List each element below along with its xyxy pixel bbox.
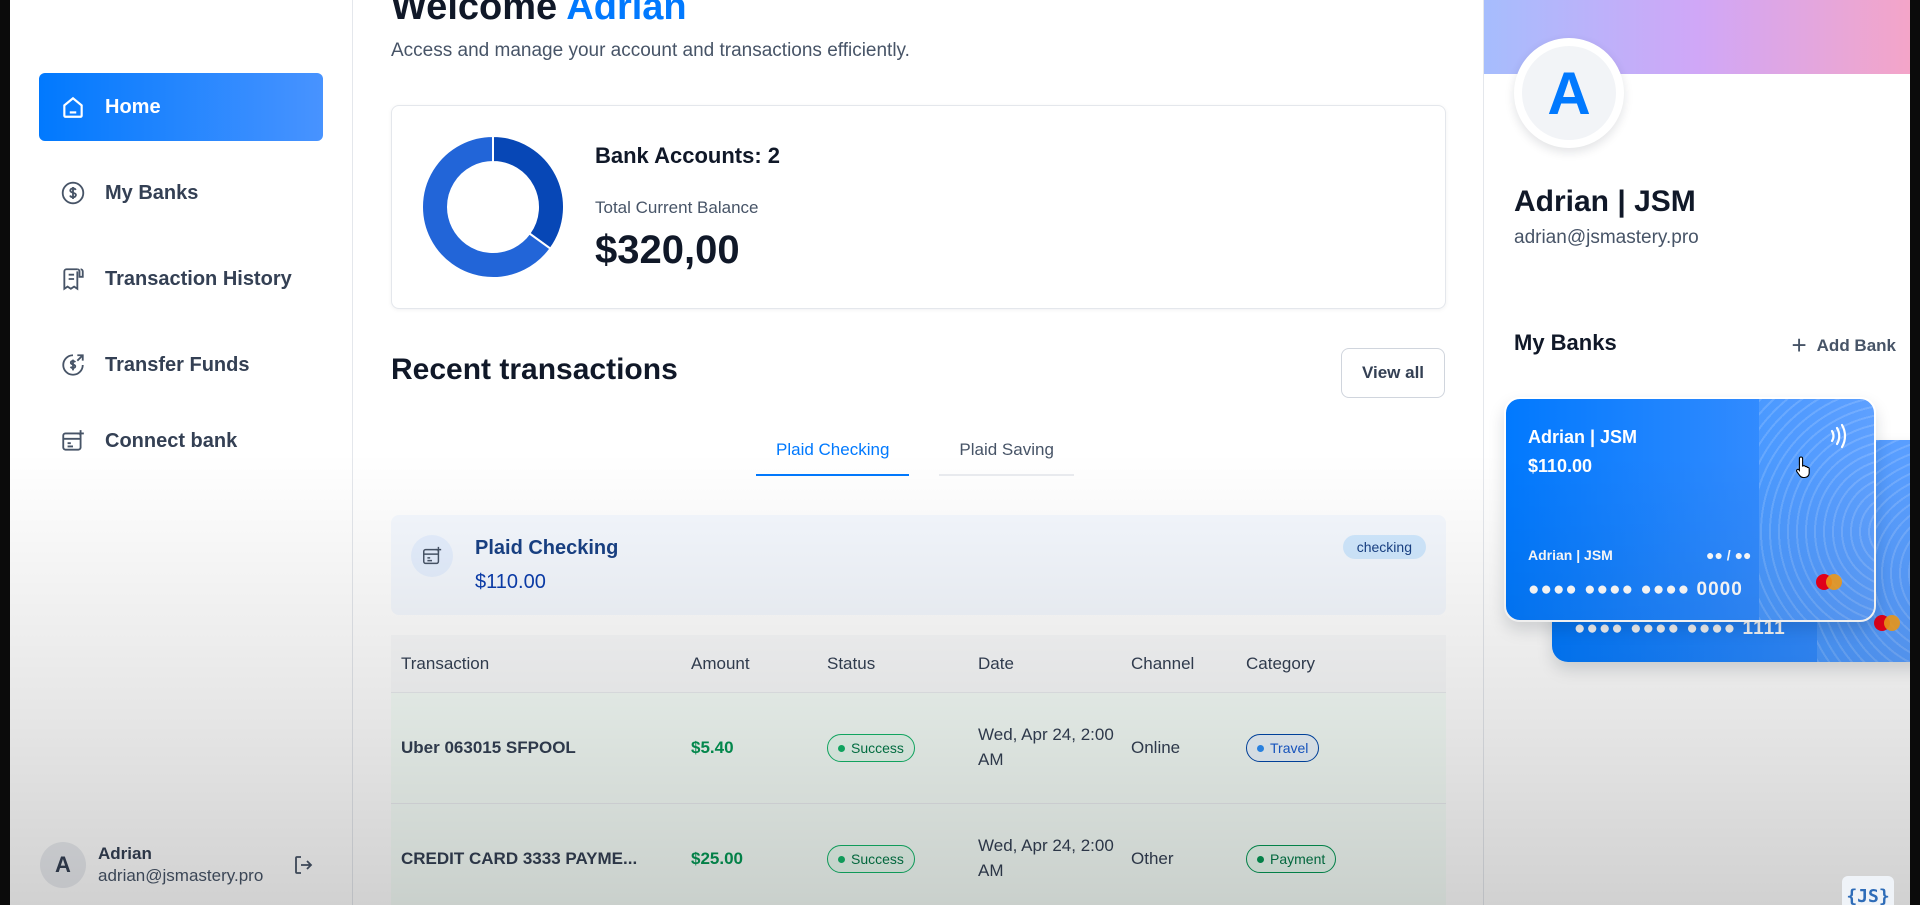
table-header: Transaction Amount Status Date Channel C… <box>391 635 1446 693</box>
category-cell: Payment <box>1246 845 1446 873</box>
welcome-name: Adrian <box>566 0 687 28</box>
category-dot <box>1257 855 1264 863</box>
screen-edge-left <box>0 0 10 905</box>
profile-email: adrian@jsmastery.pro <box>1514 227 1699 248</box>
sidebar-nav: Home My Banks Transaction History Transf… <box>39 73 323 493</box>
user-email: adrian@jsmastery.pro <box>98 866 264 885</box>
transaction-amount: $5.40 <box>691 738 734 757</box>
transaction-date: Wed, Apr 24, 2:00 AM <box>978 836 1114 880</box>
profile-avatar: A <box>1514 38 1624 148</box>
table-row[interactable]: CREDIT CARD 3333 PAYME... $25.00 Success… <box>391 804 1446 905</box>
bank-accounts-count: Bank Accounts: 2 <box>595 143 781 168</box>
bank-card-icon <box>411 535 453 577</box>
profile-name: Adrian | JSM <box>1514 185 1696 218</box>
sidebar-item-label: Transaction History <box>105 267 292 290</box>
column-header: Category <box>1246 653 1315 673</box>
category-text: Travel <box>1270 740 1309 756</box>
transaction-name: CREDIT CARD 3333 PAYME... <box>401 849 638 868</box>
add-bank-label: Add Bank <box>1816 335 1896 355</box>
total-balance-label: Total Current Balance <box>595 198 759 217</box>
sidebar-item-connect-bank[interactable]: Connect bank <box>39 407 323 475</box>
category-text: Payment <box>1270 851 1326 867</box>
transaction-name: Uber 063015 SFPOOL <box>401 738 576 757</box>
status-badge: Success <box>827 734 915 762</box>
user-info: Adrian adrian@jsmastery.pro <box>98 843 263 887</box>
watermark-logo: {JS} <box>1842 876 1894 905</box>
card-balance: $110.00 <box>1528 456 1593 476</box>
connect-bank-icon <box>59 427 87 455</box>
sidebar-item-transfer-funds[interactable]: Transfer Funds <box>39 331 323 399</box>
transaction-amount: $25.00 <box>691 849 743 868</box>
bank-info-card[interactable]: Plaid Checking $110.00 checking <box>391 515 1446 615</box>
card-bank-name: Adrian | JSM <box>1528 427 1638 447</box>
status-text: Success <box>851 851 904 867</box>
sidebar-item-label: Connect bank <box>105 429 238 452</box>
welcome-prefix: Welcome <box>391 0 558 28</box>
category-dot <box>1257 744 1264 752</box>
column-header: Status <box>827 653 876 673</box>
total-balance-box: Bank Accounts: 2 Total Current Balance $… <box>391 105 1446 309</box>
status-cell: Success <box>827 845 978 873</box>
sidebar: Home My Banks Transaction History Transf… <box>10 0 353 905</box>
sidebar-item-label: My Banks <box>105 181 199 204</box>
sidebar-item-my-banks[interactable]: My Banks <box>39 159 323 227</box>
account-type-badge: checking <box>1342 535 1426 559</box>
contactless-icon <box>1830 423 1847 449</box>
bank-tabs: Plaid Checking Plaid Saving <box>756 430 1104 476</box>
bank-name: Plaid Checking <box>475 537 619 559</box>
mouse-cursor-icon <box>1795 456 1810 479</box>
sidebar-item-transaction-history[interactable]: Transaction History <box>39 245 323 313</box>
mastercard-icon <box>1816 574 1842 590</box>
tab-plaid-checking[interactable]: Plaid Checking <box>756 430 910 476</box>
home-icon <box>59 93 87 121</box>
view-all-button[interactable]: View all <box>1341 348 1445 398</box>
page-subtitle: Access and manage your account and trans… <box>391 40 910 61</box>
column-header: Amount <box>691 653 750 673</box>
avatar: A <box>40 842 86 888</box>
table-row[interactable]: Uber 063015 SFPOOL $5.40 Success Wed, Ap… <box>391 693 1446 804</box>
total-balance-value: $320,00 <box>595 228 740 272</box>
category-cell: Travel <box>1246 734 1446 762</box>
sidebar-item-home[interactable]: Home <box>39 73 323 141</box>
transaction-channel: Other <box>1131 849 1174 868</box>
my-banks-title: My Banks <box>1514 330 1617 355</box>
category-badge: Payment <box>1246 845 1337 873</box>
card-number: ●●●● ●●●● ●●●● 0000 <box>1528 579 1743 600</box>
column-header: Date <box>978 653 1014 673</box>
card-expiry: ●● / ●● <box>1706 547 1752 563</box>
page-title: Welcome Adrian <box>391 0 687 29</box>
bank-card-primary[interactable]: Adrian | JSM $110.00 Adrian | JSM ●● / ●… <box>1504 397 1876 622</box>
receipt-icon <box>59 265 87 293</box>
status-badge: Success <box>827 845 915 873</box>
plus-icon: + <box>1791 330 1807 360</box>
card-holder: Adrian | JSM <box>1528 547 1613 563</box>
logout-icon[interactable] <box>291 852 317 878</box>
bank-amount: $110.00 <box>475 571 546 593</box>
right-sidebar: A Adrian | JSM adrian@jsmastery.pro My B… <box>1483 0 1920 905</box>
add-bank-button[interactable]: + Add Bank <box>1791 330 1896 361</box>
sidebar-item-label: Home <box>105 95 161 118</box>
transactions-table: Transaction Amount Status Date Channel C… <box>391 635 1446 905</box>
recent-transactions-title: Recent transactions <box>391 353 678 386</box>
sidebar-user: A Adrian adrian@jsmastery.pro <box>40 825 340 905</box>
main-content: Welcome Adrian Access and manage your ac… <box>354 0 1484 905</box>
status-dot <box>838 744 845 752</box>
transaction-channel: Online <box>1131 738 1181 757</box>
donut-slice <box>492 136 564 251</box>
balance-donut-chart <box>422 136 564 278</box>
status-text: Success <box>851 740 904 756</box>
mastercard-icon <box>1874 615 1900 631</box>
category-badge: Travel <box>1246 734 1320 762</box>
screen-edge-right <box>1910 0 1920 905</box>
status-dot <box>838 855 845 863</box>
status-cell: Success <box>827 734 978 762</box>
money-send-icon <box>59 351 87 379</box>
transaction-date: Wed, Apr 24, 2:00 AM <box>978 725 1114 769</box>
dollar-circle-icon <box>59 179 87 207</box>
tab-plaid-saving[interactable]: Plaid Saving <box>939 430 1074 476</box>
column-header: Channel <box>1131 653 1195 673</box>
user-name: Adrian <box>98 843 152 863</box>
sidebar-item-label: Transfer Funds <box>105 353 250 376</box>
column-header: Transaction <box>401 653 490 673</box>
